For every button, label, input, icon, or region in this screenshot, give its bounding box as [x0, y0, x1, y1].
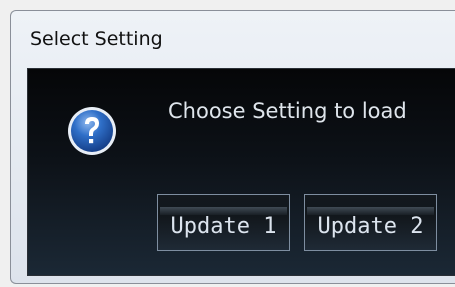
update-2-button-label: Update 2 — [317, 214, 424, 239]
dialog-body: Choose Setting to load Update 1 Update 2 — [27, 68, 455, 276]
window-title: Select Setting — [30, 28, 163, 50]
update-2-button[interactable]: Update 2 — [304, 194, 437, 251]
title-bar[interactable]: Select Setting — [11, 11, 455, 67]
question-icon — [68, 107, 116, 155]
update-1-button-label: Update 1 — [170, 214, 277, 239]
dialog-message: Choose Setting to load — [168, 99, 407, 123]
select-setting-dialog: Select Setting Choose Setting to load Up… — [10, 10, 455, 284]
update-1-button[interactable]: Update 1 — [157, 194, 290, 251]
